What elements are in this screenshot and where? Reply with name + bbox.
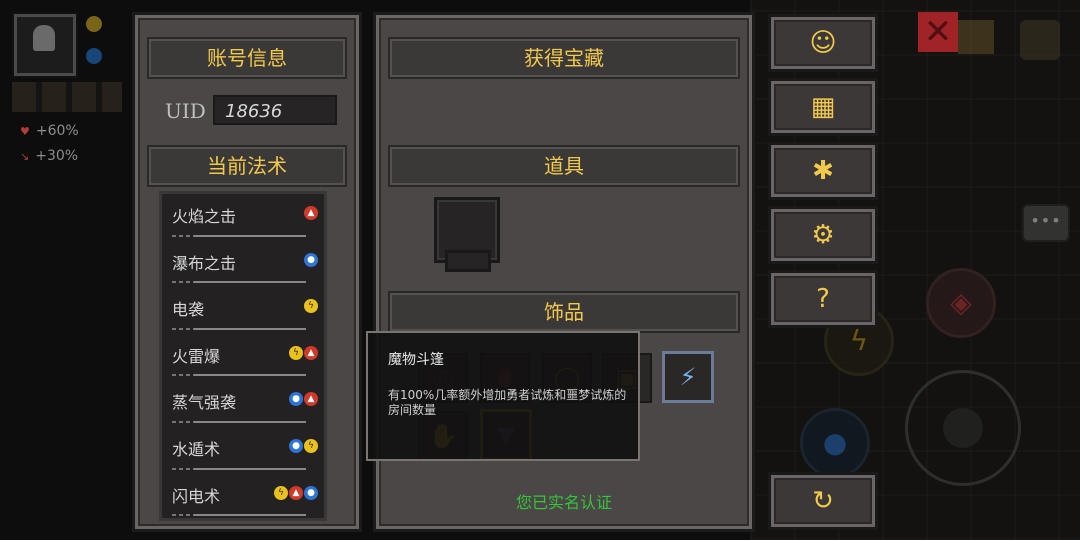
fire-icon: ▲ bbox=[289, 485, 303, 500]
account-panel: 账号信息 UID 18636 当前法术 火焰之击 ▲ 瀑布之击 ● 电袭 ϟ 火… bbox=[132, 12, 362, 532]
item-slot[interactable] bbox=[434, 197, 500, 272]
tooltip-title: 魔物斗篷 bbox=[388, 352, 444, 368]
settings-button[interactable]: ⚙ bbox=[768, 206, 878, 264]
accessory-slot[interactable]: ⚡ bbox=[662, 351, 714, 403]
water-drop-icon: ● bbox=[304, 252, 318, 267]
sword-icon: ↘ bbox=[20, 149, 30, 163]
spell-elements: ● ϟ bbox=[289, 438, 318, 453]
fire-icon: ▲ bbox=[304, 206, 318, 220]
divider bbox=[172, 467, 306, 470]
skill-fire-button[interactable]: ◈ bbox=[926, 268, 996, 338]
spell-name: 闪电术 bbox=[172, 486, 221, 506]
spell-name: 火焰之击 bbox=[172, 207, 237, 226]
gold-icon bbox=[86, 16, 102, 32]
spell-row[interactable]: 火雷爆 ϟ ▲ bbox=[162, 334, 324, 381]
current-spells-title: 当前法术 bbox=[147, 145, 347, 187]
stat-buff-2: ↘ +30% bbox=[20, 148, 78, 164]
spell-list[interactable]: 火焰之击 ▲ 瀑布之击 ● 电袭 ϟ 火雷爆 ϟ ▲ 蒸气强袭 ● ▲ 水遁术 … bbox=[159, 191, 327, 521]
spell-elements: ϟ ▲ ● bbox=[274, 485, 318, 500]
spell-row[interactable]: 蒸气强袭 ● ▲ bbox=[162, 380, 324, 427]
gift-icon: ▦ bbox=[810, 92, 836, 122]
spell-row[interactable]: 火焰之击 ▲ bbox=[162, 194, 324, 241]
bee-icon: ✱ bbox=[812, 156, 834, 186]
gift-button[interactable]: ▦ bbox=[768, 78, 878, 136]
spell-row[interactable]: 水遁术 ● ϟ bbox=[162, 427, 324, 474]
water-drop-icon: ● bbox=[822, 426, 848, 459]
player-avatar[interactable] bbox=[14, 14, 76, 76]
account-info-title: 账号信息 bbox=[147, 37, 347, 79]
stat-buff-2-value: +30% bbox=[35, 148, 79, 164]
spell-row[interactable]: 闪电术 ϟ ▲ ● bbox=[162, 474, 324, 518]
divider bbox=[172, 327, 306, 330]
spell-elements: ϟ ▲ bbox=[289, 345, 318, 360]
treasure-title: 获得宝藏 bbox=[388, 37, 740, 79]
item-tooltip: 魔物斗篷 有100%几率额外增加勇者试炼和噩梦试炼的房间数量 bbox=[366, 331, 640, 461]
spell-name: 电袭 bbox=[172, 300, 205, 320]
spell-row[interactable]: 电袭 ϟ bbox=[162, 287, 324, 334]
stat-buff-1-value: +60% bbox=[35, 123, 79, 139]
accessories-title: 饰品 bbox=[388, 291, 740, 333]
fire-icon: ▲ bbox=[304, 345, 318, 360]
items-title: 道具 bbox=[388, 145, 740, 187]
divider bbox=[172, 374, 306, 377]
water-drop-icon: ● bbox=[304, 485, 318, 500]
close-icon[interactable]: ✕ bbox=[918, 12, 958, 52]
tooltip-description: 有100%几率额外增加勇者试炼和噩梦试炼的房间数量 bbox=[388, 388, 627, 417]
spell-name: 水遁术 bbox=[172, 439, 221, 459]
support-button[interactable]: ☺ bbox=[768, 14, 878, 72]
spell-elements: ● ▲ bbox=[289, 392, 318, 407]
boots-icon: ⚡ bbox=[679, 363, 697, 391]
divider bbox=[172, 420, 306, 423]
realname-status: 您已实名认证 bbox=[515, 493, 612, 512]
water-drop-icon: ● bbox=[289, 392, 303, 407]
lightning-icon: ϟ bbox=[274, 485, 288, 500]
heart-icon: ♥ bbox=[20, 124, 30, 138]
fire-icon: ◈ bbox=[950, 286, 972, 319]
stat-buff-1: ♥ +60% bbox=[20, 123, 79, 139]
spell-elements: ▲ bbox=[304, 206, 318, 220]
water-drop-icon: ● bbox=[289, 438, 303, 453]
move-joystick[interactable] bbox=[905, 370, 1021, 486]
party-icons bbox=[12, 82, 122, 112]
pause-icon[interactable] bbox=[1020, 20, 1060, 60]
help-button[interactable]: ? bbox=[768, 270, 878, 328]
spell-elements: ● bbox=[304, 252, 318, 267]
spell-name: 火雷爆 bbox=[172, 346, 221, 366]
uid-label: UID bbox=[165, 99, 206, 123]
item-slot-tab bbox=[445, 250, 491, 272]
divider bbox=[172, 234, 306, 237]
spell-row[interactable]: 瀑布之击 ● bbox=[162, 241, 324, 288]
divider bbox=[172, 514, 306, 517]
fire-icon: ▲ bbox=[304, 392, 318, 407]
lightning-icon: ϟ bbox=[304, 299, 318, 314]
chat-icon[interactable]: ••• bbox=[1022, 204, 1070, 242]
uid-value: 18636 bbox=[213, 95, 337, 125]
gem-icon bbox=[86, 48, 102, 64]
spell-elements: ϟ bbox=[304, 299, 318, 314]
map-icon bbox=[958, 20, 994, 54]
lightning-icon: ϟ bbox=[289, 345, 303, 360]
refresh-button[interactable]: ↻ bbox=[768, 472, 878, 530]
gear-icon: ⚙ bbox=[811, 220, 835, 250]
question-book-icon: ? bbox=[816, 284, 830, 314]
lightning-icon: ϟ bbox=[304, 438, 318, 453]
skill-water-button[interactable]: ● bbox=[800, 408, 870, 478]
refresh-icon: ↻ bbox=[812, 486, 834, 516]
spell-name: 蒸气强袭 bbox=[172, 393, 237, 413]
headset-icon: ☺ bbox=[809, 28, 837, 58]
divider bbox=[172, 281, 306, 284]
community-button[interactable]: ✱ bbox=[768, 142, 878, 200]
spell-name: 瀑布之击 bbox=[172, 253, 237, 273]
